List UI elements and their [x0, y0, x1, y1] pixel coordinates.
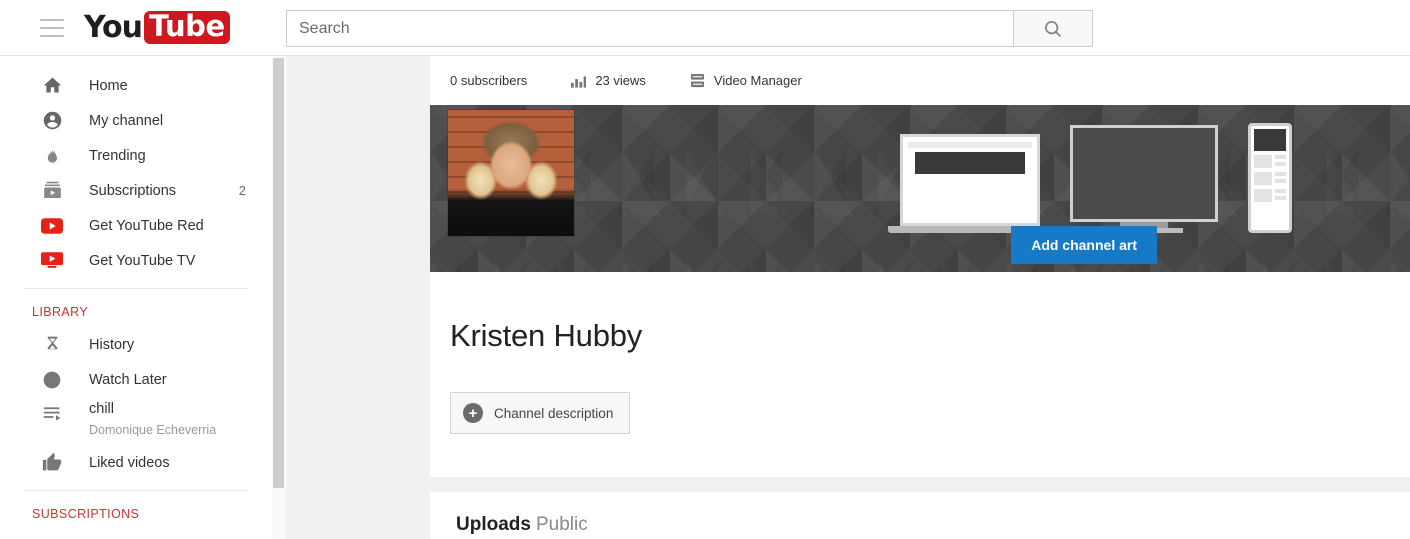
sidebar-label-liked-videos: Liked videos	[89, 454, 170, 471]
sidebar-label-youtube-tv: Get YouTube TV	[89, 252, 196, 269]
hamburger-icon[interactable]	[40, 18, 64, 37]
sidebar-item-history[interactable]: History	[0, 327, 272, 362]
hourglass-icon	[40, 333, 64, 357]
laptop-mockup	[888, 134, 1052, 233]
sidebar-label-history: History	[89, 336, 135, 353]
sidebar-item-youtube-tv[interactable]: Get YouTube TV	[0, 243, 272, 278]
sidebar-item-my-channel[interactable]: My channel	[0, 103, 272, 138]
sidebar-item-liked-videos[interactable]: Liked videos	[0, 445, 272, 480]
uploads-heading: Uploads Public	[430, 492, 1410, 536]
plus-circle-icon: +	[463, 403, 483, 423]
youtube-red-icon	[40, 214, 64, 238]
video-manager-icon	[690, 73, 705, 88]
add-channel-art-button[interactable]: Add channel art	[1011, 226, 1157, 264]
subscriptions-icon	[40, 179, 64, 203]
page-title: Kristen Hubby	[450, 318, 643, 353]
sidebar-label-youtube-red: Get YouTube Red	[89, 217, 204, 234]
views-stat[interactable]: 23 views	[571, 73, 646, 88]
top-header: You Tube	[0, 0, 1410, 56]
search-button[interactable]	[1013, 10, 1093, 47]
youtube-tv-icon	[40, 249, 64, 273]
page-scrollbar-thumb[interactable]	[273, 58, 284, 488]
uploads-privacy-label: Public	[535, 514, 588, 535]
subscribers-stat[interactable]: 0 subscribers	[450, 73, 527, 88]
avatar[interactable]	[448, 110, 574, 236]
sidebar-divider-1	[24, 288, 248, 289]
sidebar-label-watch-later: Watch Later	[89, 371, 167, 388]
sidebar-item-home[interactable]: Home	[0, 68, 272, 103]
phone-mockup	[1248, 123, 1292, 233]
sidebar-sublabel-playlist-owner: Domonique Echeverria	[89, 423, 217, 437]
subscriptions-badge: 2	[238, 183, 246, 198]
sidebar-section-library: LIBRARY	[32, 305, 89, 319]
analytics-bars-icon	[571, 74, 587, 88]
thumb-up-icon	[40, 451, 64, 475]
subscribers-count: 0 subscribers	[450, 73, 528, 88]
device-mockups	[888, 123, 1292, 233]
sidebar-label-subscriptions: Subscriptions	[89, 182, 177, 199]
logo-tube-text: Tube	[143, 11, 230, 44]
channel-description-label: Channel description	[494, 405, 614, 421]
youtube-logo[interactable]: You Tube	[84, 9, 230, 45]
sidebar-item-watch-later[interactable]: Watch Later	[0, 362, 272, 397]
video-manager-label: Video Manager	[713, 73, 802, 88]
channel-description-button[interactable]: + Channel description	[450, 392, 631, 434]
sidebar-label-my-channel: My channel	[89, 112, 164, 129]
flame-icon	[40, 144, 64, 168]
search-input[interactable]	[286, 10, 1013, 47]
account-circle-icon	[40, 109, 64, 133]
sidebar-item-subscriptions[interactable]: Subscriptions 2	[0, 173, 272, 208]
tv-mockup	[1070, 125, 1218, 233]
sidebar-section-subscriptions: SUBSCRIPTIONS	[32, 507, 140, 521]
uploads-title: Uploads	[456, 514, 531, 535]
sidebar-label-trending: Trending	[89, 147, 146, 164]
youtube-channel-page: You Tube Home My channel	[0, 0, 1410, 539]
video-manager-link[interactable]: Video Manager	[690, 73, 802, 88]
left-sidebar: Home My channel Trending Subscriptions 2…	[0, 56, 272, 539]
logo-you-text: You	[84, 9, 143, 45]
playlist-icon	[40, 401, 64, 425]
sidebar-label-home: Home	[89, 77, 128, 94]
uploads-section: Uploads Public	[430, 492, 1410, 539]
clock-icon	[40, 368, 64, 392]
sidebar-item-playlist-chill[interactable]: chill Domonique Echeverria	[0, 397, 272, 445]
sidebar-item-trending[interactable]: Trending	[0, 138, 272, 173]
channel-stats-bar: 0 subscribers 23 views Video Manager	[430, 56, 1410, 105]
sidebar-label-playlist-chill: chill	[89, 401, 114, 417]
views-count: 23 views	[595, 73, 646, 88]
search-icon	[1045, 20, 1061, 37]
sidebar-item-youtube-red[interactable]: Get YouTube Red	[0, 208, 272, 243]
channel-banner[interactable]: Add channel art	[430, 105, 1410, 272]
home-icon	[40, 74, 64, 98]
channel-header-card: 0 subscribers 23 views Video Manager Add…	[430, 56, 1410, 477]
search-bar	[286, 10, 1093, 47]
sidebar-divider-2	[24, 490, 248, 491]
main-content: 0 subscribers 23 views Video Manager Add…	[430, 56, 1410, 539]
